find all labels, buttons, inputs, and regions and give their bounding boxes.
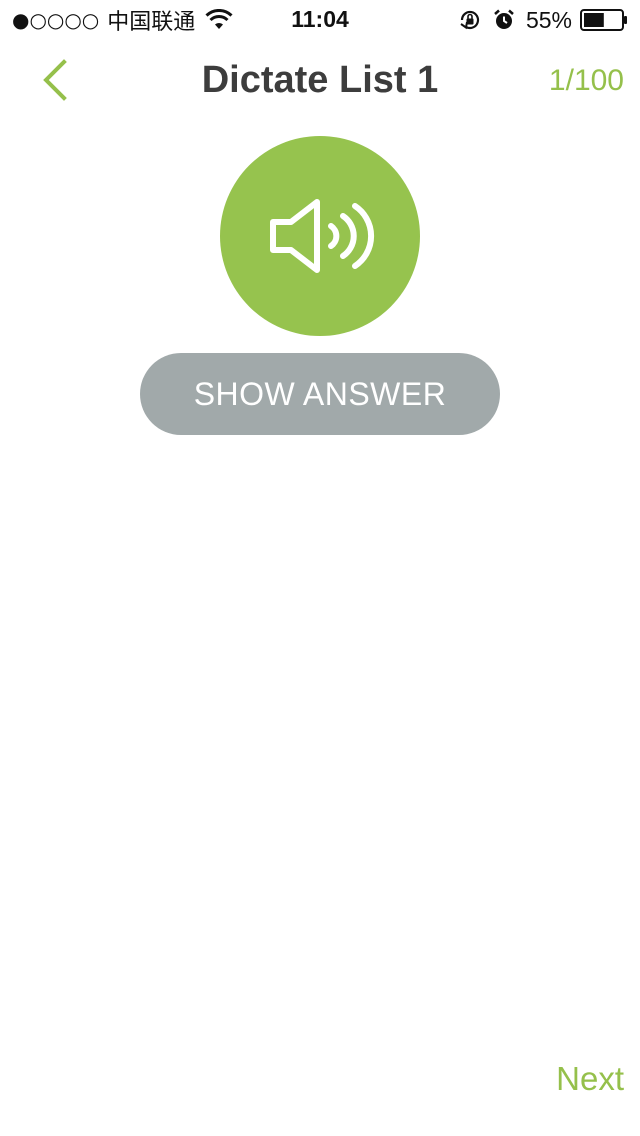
status-bar: ●○○○○ 中国联通 11:04 55% <box>0 0 640 40</box>
show-answer-button[interactable]: SHOW ANSWER <box>140 353 500 435</box>
orientation-lock-icon <box>460 10 480 30</box>
status-right: 55% <box>458 6 628 34</box>
next-button[interactable]: Next <box>556 1058 624 1100</box>
alarm-icon <box>494 9 514 29</box>
battery-icon <box>580 9 627 31</box>
progress-counter: 1/100 <box>548 64 624 97</box>
play-audio-button[interactable] <box>220 136 420 336</box>
battery-percentage: 55% <box>525 6 572 33</box>
page-title: Dictate List 1 <box>201 59 439 101</box>
speaker-volume-icon <box>270 199 375 273</box>
